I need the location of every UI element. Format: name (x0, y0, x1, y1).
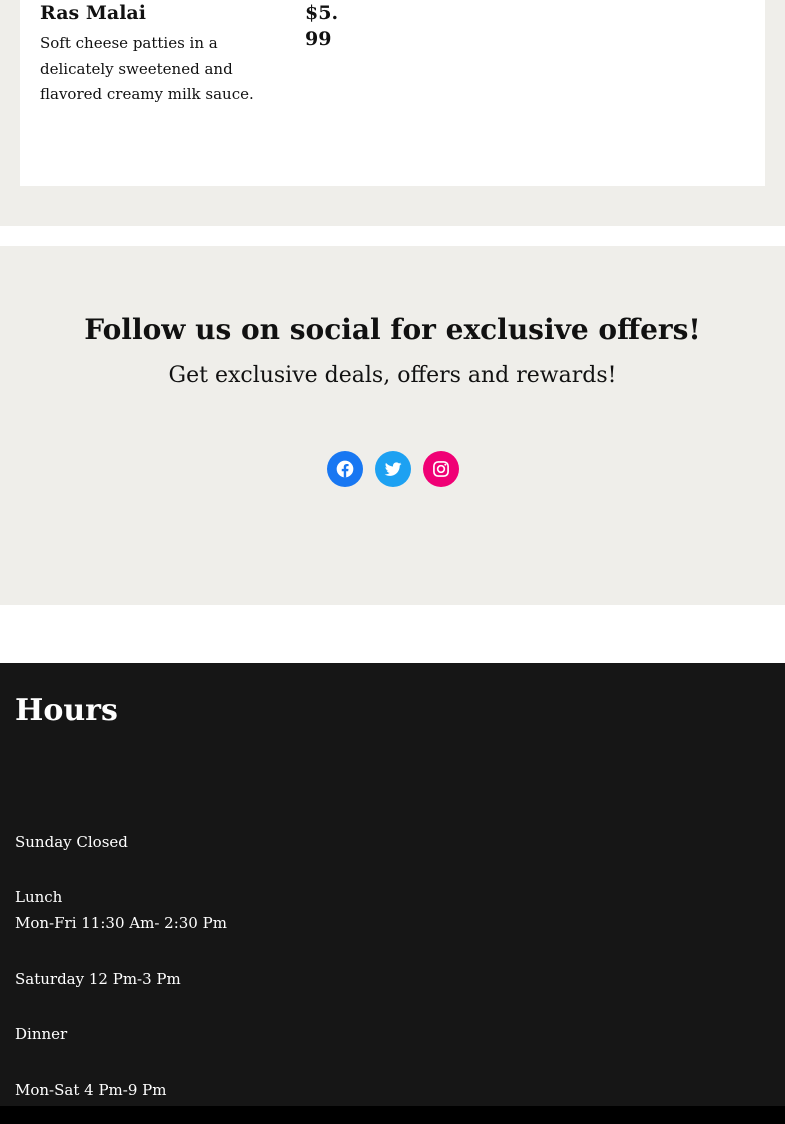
hours-sunday: Sunday Closed (15, 833, 128, 851)
hours-saturday: Saturday 12 Pm-3 Pm (15, 970, 181, 988)
hours-section: Hours Sunday Closed Lunch Mon-Fri 11:30 … (0, 663, 785, 1106)
menu-item-name: Ras Malai (40, 2, 146, 24)
social-subheading: Get exclusive deals, offers and rewards! (168, 363, 617, 388)
facebook-icon (336, 460, 354, 478)
twitter-icon (384, 462, 402, 476)
facebook-link[interactable] (327, 451, 363, 487)
menu-item-price: $5.99 (305, 2, 339, 50)
social-heading: Follow us on social for exclusive offers… (84, 313, 701, 346)
hours-title: Hours (15, 693, 118, 728)
social-section: Follow us on social for exclusive offers… (0, 246, 785, 605)
twitter-link[interactable] (375, 451, 411, 487)
footer-bar (0, 1106, 785, 1124)
hours-dinner-times: Mon-Sat 4 Pm-9 Pm (15, 1081, 167, 1099)
hours-lunch-label: Lunch (15, 888, 63, 906)
hours-lunch-weekdays: Mon-Fri 11:30 Am- 2:30 Pm (15, 914, 227, 932)
menu-section: Ras Malai Soft cheese patties in a delic… (0, 0, 785, 226)
instagram-icon (433, 461, 449, 477)
instagram-link[interactable] (423, 451, 459, 487)
menu-item-card: Ras Malai Soft cheese patties in a delic… (20, 0, 765, 186)
social-links (327, 451, 459, 487)
menu-item-description: Soft cheese patties in a delicately swee… (40, 34, 254, 103)
hours-dinner-label: Dinner (15, 1025, 68, 1043)
